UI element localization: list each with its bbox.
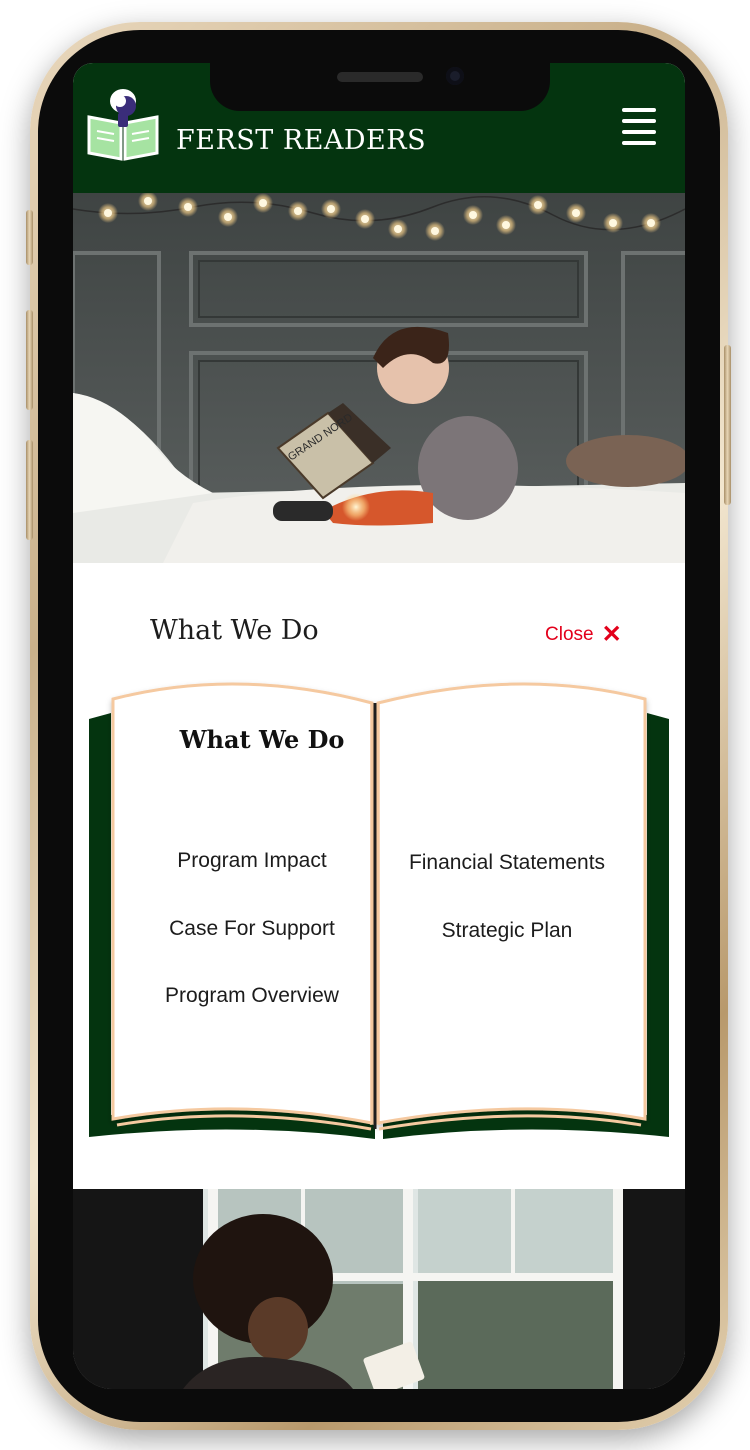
close-label: Close xyxy=(545,624,594,645)
phone-speaker xyxy=(337,72,423,82)
phone-side-button xyxy=(26,210,33,265)
book-heading: What We Do xyxy=(179,725,345,754)
menu-link-program-overview[interactable]: Program Overview xyxy=(127,984,377,1008)
bottom-illustration xyxy=(73,1189,685,1389)
what-we-do-menu-panel: What We Do Close ✕ What We Do Program Im… xyxy=(73,563,685,1189)
hero-photo-child-reading: GRAND NORD xyxy=(73,193,685,563)
open-book-menu: What We Do Program Impact Case For Suppo… xyxy=(87,673,671,1143)
close-button[interactable]: Close ✕ xyxy=(545,623,622,647)
menu-link-program-impact[interactable]: Program Impact xyxy=(127,849,377,873)
phone-side-button xyxy=(26,310,33,410)
menu-link-strategic-plan[interactable]: Strategic Plan xyxy=(387,919,627,943)
hamburger-menu-icon[interactable] xyxy=(622,108,656,145)
phone-side-button xyxy=(26,440,33,540)
close-x-icon: ✕ xyxy=(601,621,622,648)
menu-link-case-for-support[interactable]: Case For Support xyxy=(127,917,377,941)
phone-notch xyxy=(210,63,550,111)
menu-title: What We Do xyxy=(150,615,319,646)
front-camera-icon xyxy=(446,67,464,85)
menu-link-financial-statements[interactable]: Financial Statements xyxy=(387,851,627,875)
phone-side-button xyxy=(724,345,731,505)
brand-name[interactable]: FERST READERS xyxy=(176,125,426,156)
book-reader-logo-icon[interactable] xyxy=(87,89,159,163)
hero-illustration: GRAND NORD xyxy=(73,193,685,563)
screen: FERST READERS GRAND NORD What We Do Clos… xyxy=(73,63,685,1389)
photo-woman-reading-by-window xyxy=(73,1189,685,1389)
